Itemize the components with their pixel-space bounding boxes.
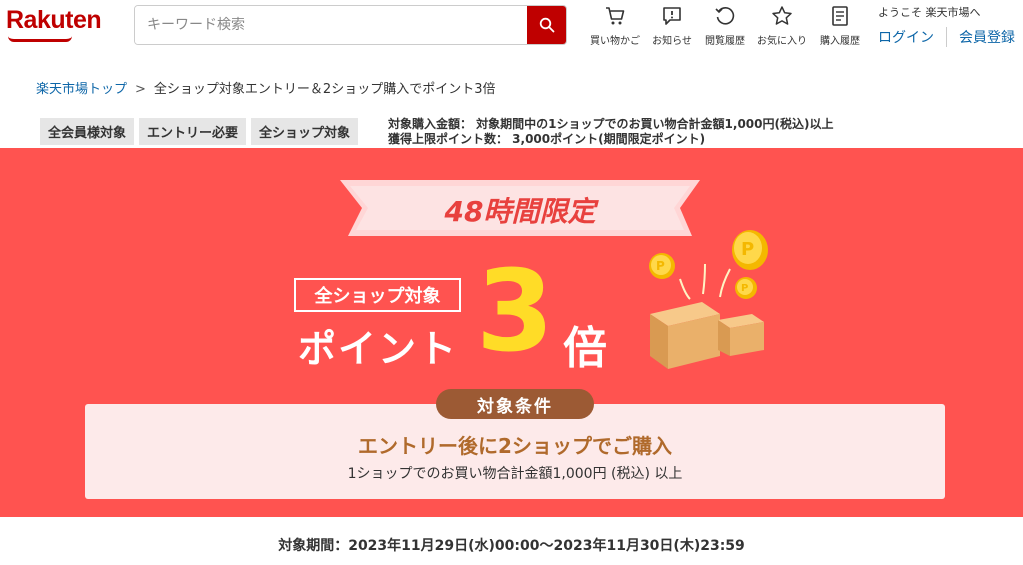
breadcrumb-top-link[interactable]: 楽天市場トップ [36, 82, 127, 97]
nav-cart[interactable]: 買い物かご [585, 5, 645, 47]
search-icon [539, 17, 554, 33]
welcome-text: ようこそ 楽天市場へ [878, 6, 981, 19]
rakuten-logo[interactable]: Rakuten [6, 6, 102, 35]
tag-list: 全会員様対象 エントリー必要 全ショップ対象 [40, 118, 359, 145]
nav-notify-label: お知らせ [652, 36, 692, 47]
condition-main-text: エントリー後に2ショップでご購入 [358, 434, 672, 458]
coins-boxes-illustration: P P P [649, 230, 768, 369]
nav-cart-label: 買い物かご [590, 36, 640, 47]
all-shop-label: 全ショップ対象 [294, 278, 461, 312]
breadcrumb-separator: > [135, 82, 146, 97]
nav-notify[interactable]: お知らせ [642, 5, 702, 47]
svg-text:P: P [741, 239, 754, 260]
campaign-banner: 48時間限定 全ショップ対象 ポイント 3 倍 P P P 対象条件 エントリー… [0, 148, 1023, 517]
login-link[interactable]: ログイン [878, 27, 934, 47]
nav-favorite[interactable]: お気に入り [752, 5, 812, 47]
nav-favorite-label: お気に入り [757, 36, 807, 47]
condition-purchase-amount: 対象購入金額： 対象期間中の1ショップでのお買い物合計金額1,000円(税込)以… [388, 117, 834, 131]
nav-history[interactable]: 閲覧履歴 [695, 5, 755, 47]
logo-swoosh [8, 36, 72, 42]
nav-purchase-label: 購入履歴 [820, 36, 860, 47]
breadcrumb-current: 全ショップ対象エントリー＆2ショップ購入でポイント3倍 [153, 82, 496, 97]
campaign-conditions: 対象購入金額： 対象期間中の1ショップでのお買い物合計金額1,000円(税込)以… [388, 117, 833, 147]
tag-all-members: 全会員様対象 [40, 118, 135, 145]
notification-icon [663, 7, 681, 25]
search-button[interactable] [527, 6, 566, 44]
multiplier-number: 3 [476, 247, 554, 377]
condition-pill: 対象条件 [436, 389, 594, 419]
divider [946, 27, 947, 47]
campaign-period: 対象期間：2023年11月29日(水)00:00～2023年11月30日(木)2… [278, 538, 745, 554]
search-box [134, 5, 567, 45]
nav-purchase[interactable]: 購入履歴 [810, 5, 870, 47]
cart-icon [606, 7, 625, 25]
tag-entry-required: エントリー必要 [139, 118, 247, 145]
condition-sub-text: 1ショップでのお買い物合計金額1,000円 (税込) 以上 [347, 466, 683, 482]
history-icon [715, 7, 735, 25]
register-link[interactable]: 会員登録 [959, 27, 1015, 47]
point-label: ポイント [298, 327, 459, 371]
star-icon [772, 6, 792, 25]
condition-point-limit: 獲得上限ポイント数： 3,000ポイント(期間限定ポイント) [388, 132, 706, 146]
receipt-icon [832, 6, 848, 26]
breadcrumb: 楽天市場トップ > 全ショップ対象エントリー＆2ショップ購入でポイント3倍 [36, 78, 495, 97]
multiplier-unit: 倍 [563, 323, 607, 374]
tag-all-shops: 全ショップ対象 [251, 118, 359, 145]
svg-text:P: P [741, 283, 748, 294]
svg-text:P: P [656, 259, 665, 273]
header: Rakuten 買い物かご お知らせ 閲覧履歴 [0, 0, 1023, 60]
search-input[interactable] [135, 6, 528, 44]
nav-history-label: 閲覧履歴 [705, 36, 745, 47]
